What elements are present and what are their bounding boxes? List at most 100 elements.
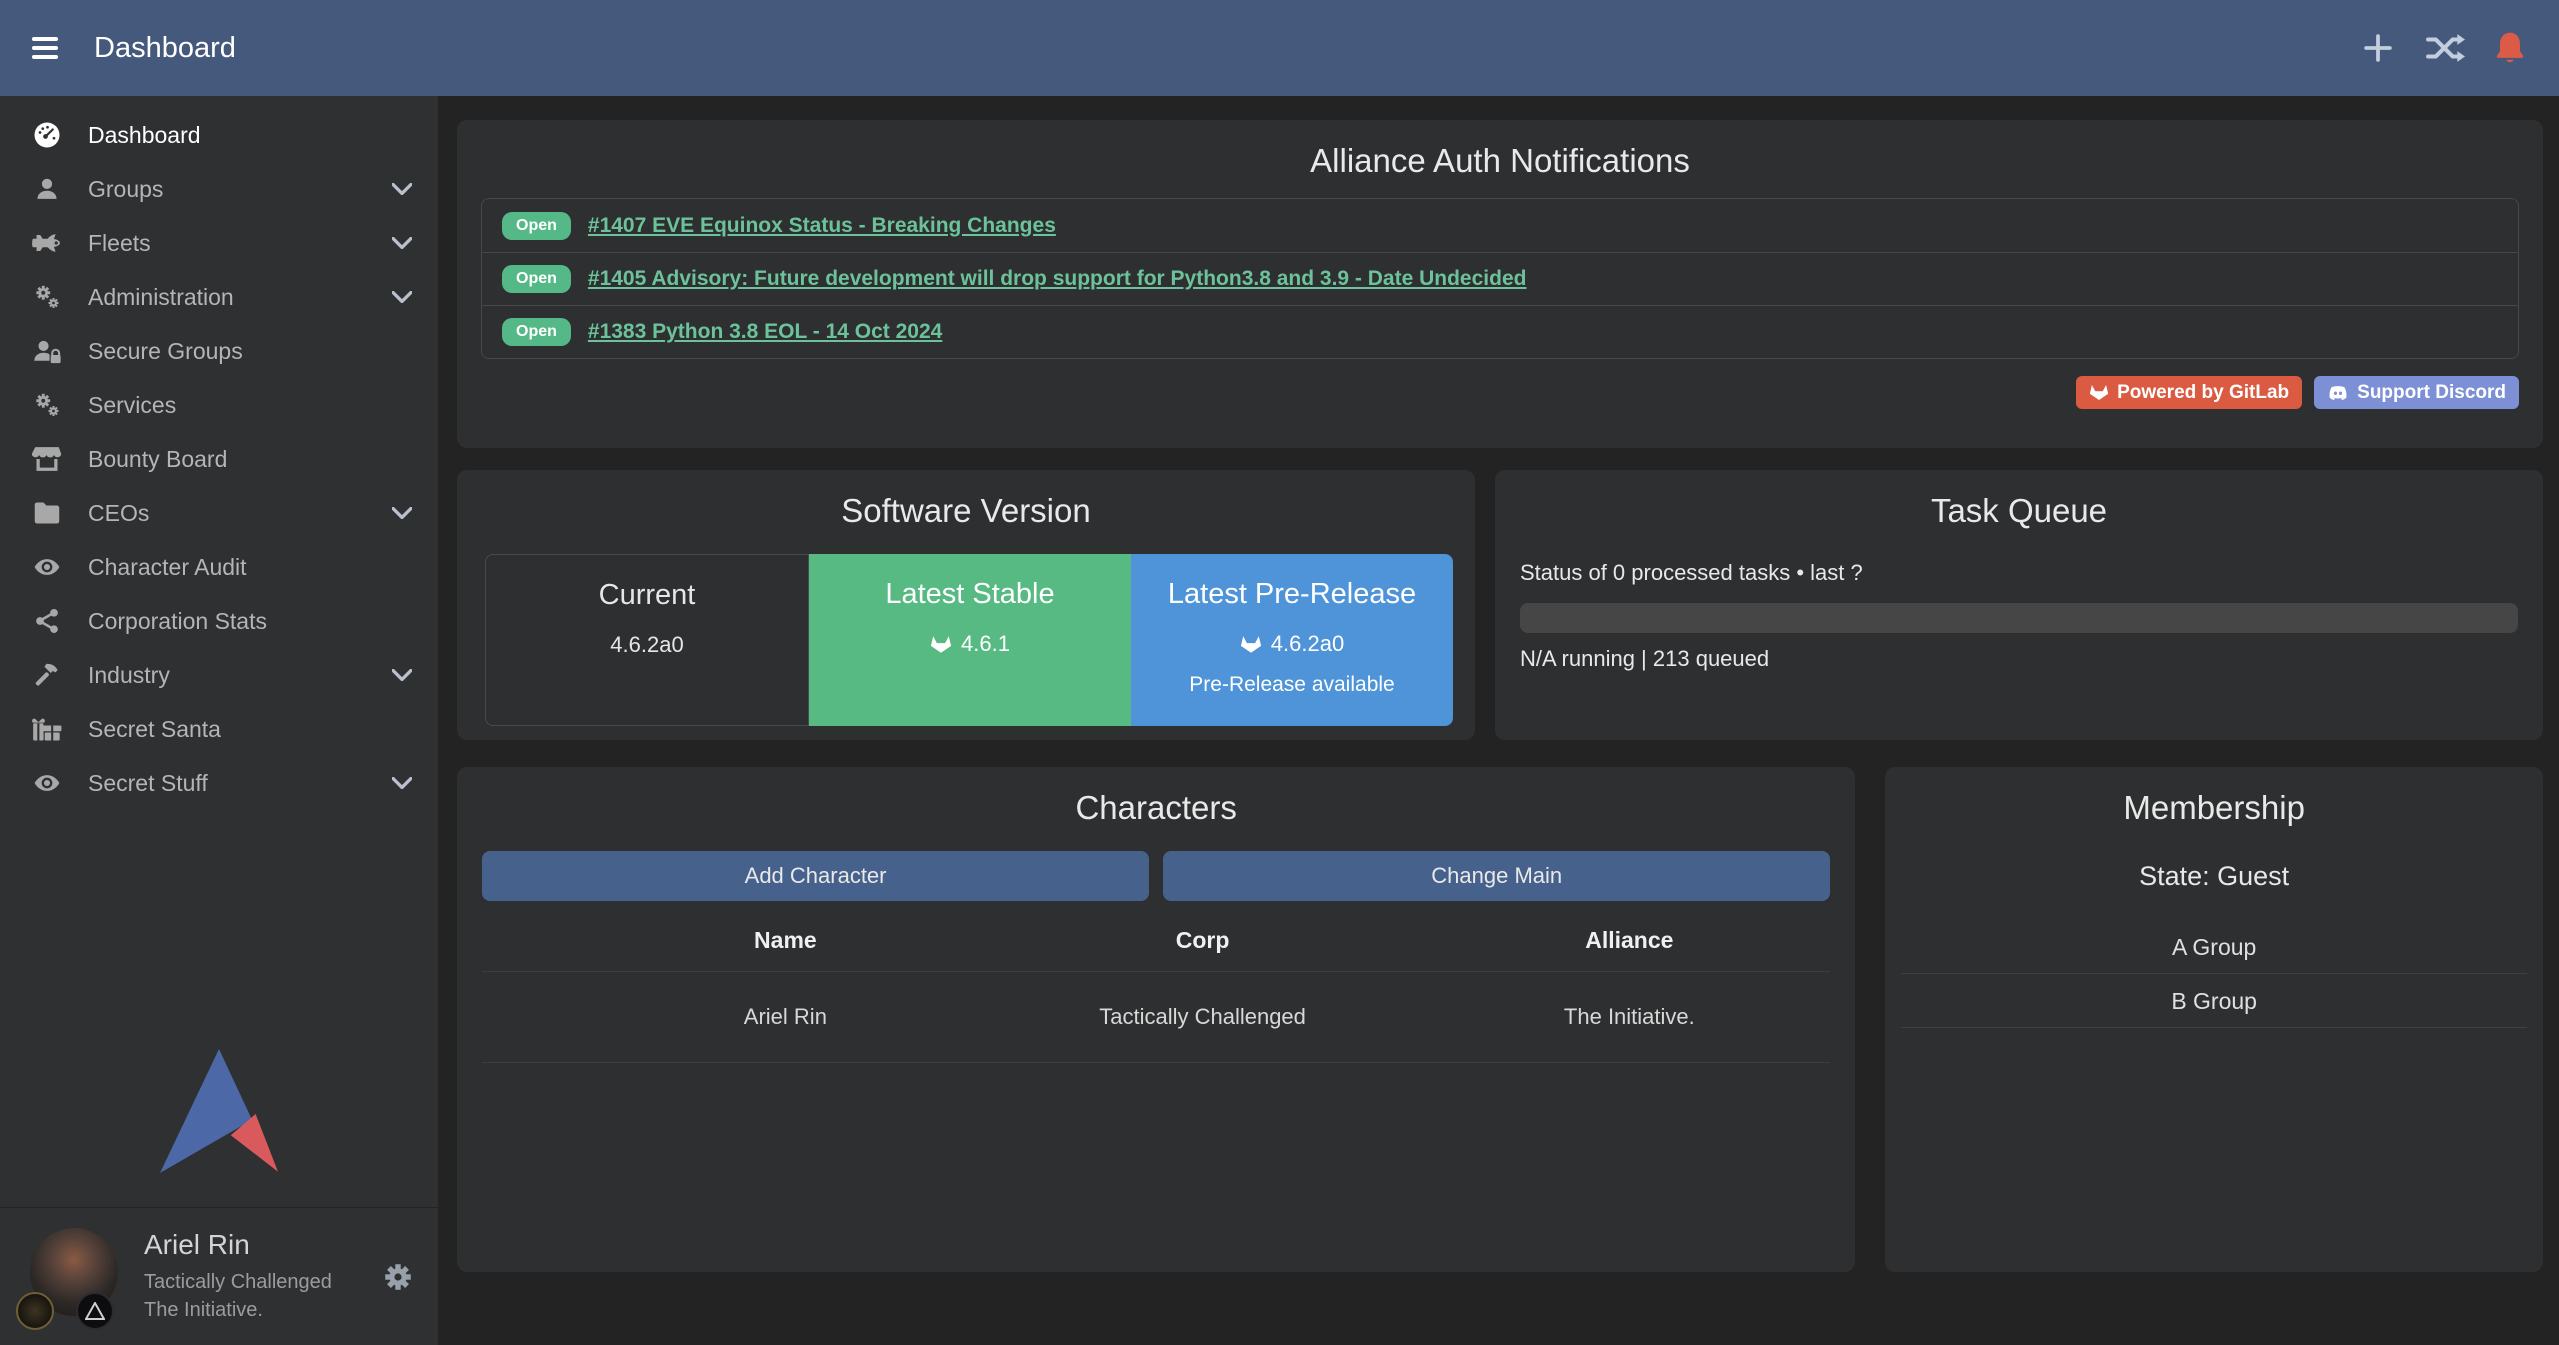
- chevron-down-icon: [392, 507, 412, 519]
- characters-panel: Characters Add Character Change Main Nam…: [457, 767, 1855, 1272]
- task-queue-title: Task Queue: [1520, 470, 2518, 530]
- open-status-badge: Open: [502, 318, 571, 346]
- chevron-down-icon: [392, 291, 412, 303]
- chevron-down-icon: [392, 777, 412, 789]
- notification-link[interactable]: Open #1405 Advisory: Future development …: [482, 252, 2518, 305]
- settings-gear-icon[interactable]: [382, 1261, 414, 1293]
- character-name: Ariel Rin: [594, 1004, 977, 1030]
- hammer-icon: [28, 658, 66, 692]
- store-icon: [28, 442, 66, 476]
- notification-link[interactable]: Open #1383 Python 3.8 EOL - 14 Oct 2024: [482, 305, 2518, 358]
- notification-text: #1407 EVE Equinox Status - Breaking Chan…: [588, 214, 1056, 238]
- alliance-auth-logo: [160, 1048, 278, 1179]
- navbar-actions: [2359, 29, 2527, 67]
- sidebar-item-label: Secret Stuff: [88, 770, 392, 797]
- top-navbar: Dashboard: [0, 0, 2559, 96]
- user-name: Ariel Rin: [144, 1229, 382, 1261]
- sidebar-item-label: Services: [88, 392, 412, 419]
- version-cell-label: Current: [486, 579, 808, 612]
- sidebar-item-services[interactable]: Services: [0, 378, 438, 432]
- sidebar-item-dashboard[interactable]: Dashboard: [0, 108, 438, 162]
- sidebar-item-label: Character Audit: [88, 554, 412, 581]
- add-character-button[interactable]: Add Character: [482, 851, 1149, 901]
- sidebar-item-secret-santa[interactable]: Secret Santa: [0, 702, 438, 756]
- membership-title: Membership: [1885, 767, 2543, 827]
- user-icon: [28, 172, 66, 206]
- alliance-auth-notifications-panel: Alliance Auth Notifications Open #1407 E…: [457, 120, 2543, 448]
- eye-icon: [28, 766, 66, 800]
- version-cell-current: Current 4.6.2a0: [485, 554, 809, 726]
- membership-state: State: Guest: [1885, 861, 2543, 892]
- shuffle-icon[interactable]: [2425, 31, 2465, 65]
- sidebar-item-label: Corporation Stats: [88, 608, 412, 635]
- discord-icon: [2327, 384, 2349, 402]
- character-buttons: Add Character Change Main: [482, 851, 1830, 901]
- user-avatar-group: [24, 1224, 124, 1330]
- stable-version: 4.6.1: [961, 631, 1010, 657]
- gitlab-badge[interactable]: Powered by GitLab: [2076, 376, 2302, 409]
- gitlab-tanuki-icon: [2089, 384, 2109, 401]
- sidebar-item-bounty-board[interactable]: Bounty Board: [0, 432, 438, 486]
- gifts-icon: [28, 712, 66, 746]
- sidebar-nav: Dashboard Groups: [0, 96, 438, 810]
- change-main-button[interactable]: Change Main: [1163, 851, 1830, 901]
- notifications-title: Alliance Auth Notifications: [481, 120, 2519, 180]
- version-cell-stable: Latest Stable 4.6.1: [809, 554, 1131, 726]
- middle-row: Software Version Current 4.6.2a0 Latest …: [457, 470, 2543, 740]
- sidebar-item-secure-groups[interactable]: Secure Groups: [0, 324, 438, 378]
- main-content: Alliance Auth Notifications Open #1407 E…: [438, 96, 2559, 1345]
- folder-icon: [28, 496, 66, 530]
- bottom-row: Characters Add Character Change Main Nam…: [457, 767, 2543, 1272]
- sidebar-item-fleets[interactable]: Fleets: [0, 216, 438, 270]
- page-title: Dashboard: [94, 32, 236, 65]
- characters-title: Characters: [482, 767, 1830, 827]
- sidebar-item-administration[interactable]: Administration: [0, 270, 438, 324]
- bell-icon[interactable]: [2493, 30, 2527, 66]
- characters-table-header: Name Corp Alliance: [482, 909, 1830, 971]
- share-nodes-icon: [28, 604, 66, 638]
- prerelease-note: Pre-Release available: [1131, 673, 1453, 697]
- sidebar-item-label: Dashboard: [88, 122, 412, 149]
- task-status-line: Status of 0 processed tasks • last ?: [1520, 560, 2518, 586]
- sidebar: Dashboard Groups: [0, 96, 438, 1345]
- sidebar-item-label: CEOs: [88, 500, 392, 527]
- sidebar-item-industry[interactable]: Industry: [0, 648, 438, 702]
- character-corp: Tactically Challenged: [977, 1004, 1429, 1030]
- character-alliance: The Initiative.: [1428, 1004, 1830, 1030]
- open-status-badge: Open: [502, 212, 571, 240]
- gears-icon: [28, 280, 66, 314]
- sidebar-item-groups[interactable]: Groups: [0, 162, 438, 216]
- discord-badge[interactable]: Support Discord: [2314, 376, 2519, 409]
- current-version: 4.6.2a0: [610, 632, 683, 658]
- membership-group: B Group: [1901, 974, 2527, 1028]
- plus-icon[interactable]: [2359, 29, 2397, 67]
- sidebar-item-label: Fleets: [88, 230, 392, 257]
- jet-icon: [28, 226, 66, 260]
- chevron-down-icon: [392, 183, 412, 195]
- prerelease-version: 4.6.2a0: [1271, 631, 1344, 657]
- gitlab-tanuki-icon: [930, 635, 952, 654]
- sidebar-user-panel: Ariel Rin Tactically Challenged The Init…: [0, 1207, 438, 1345]
- version-cells: Current 4.6.2a0 Latest Stable 4.6.1 L: [485, 554, 1453, 726]
- user-alliance: The Initiative.: [144, 1296, 382, 1324]
- hamburger-menu-icon[interactable]: [32, 37, 58, 59]
- notification-link[interactable]: Open #1407 EVE Equinox Status - Breaking…: [482, 199, 2518, 252]
- software-version-panel: Software Version Current 4.6.2a0 Latest …: [457, 470, 1475, 740]
- alliance-logo-badge: [76, 1292, 114, 1330]
- version-cell-label: Latest Pre-Release: [1131, 578, 1453, 611]
- sidebar-item-ceos[interactable]: CEOs: [0, 486, 438, 540]
- sidebar-item-label: Groups: [88, 176, 392, 203]
- eye-icon: [28, 550, 66, 584]
- sidebar-item-character-audit[interactable]: Character Audit: [0, 540, 438, 594]
- user-lock-icon: [28, 334, 66, 368]
- sidebar-item-label: Secure Groups: [88, 338, 412, 365]
- task-queue-panel: Task Queue Status of 0 processed tasks •…: [1495, 470, 2543, 740]
- version-cell-prerelease: Latest Pre-Release 4.6.2a0 Pre-Release a…: [1131, 554, 1453, 726]
- membership-group: A Group: [1901, 920, 2527, 974]
- corp-logo-badge: [16, 1292, 54, 1330]
- sidebar-item-corporation-stats[interactable]: Corporation Stats: [0, 594, 438, 648]
- powered-badges-row: Powered by GitLab Support Discord: [481, 376, 2519, 409]
- sidebar-item-secret-stuff[interactable]: Secret Stuff: [0, 756, 438, 810]
- task-queue-line: N/A running | 213 queued: [1520, 646, 2518, 672]
- membership-panel: Membership State: Guest A Group B Group: [1885, 767, 2543, 1272]
